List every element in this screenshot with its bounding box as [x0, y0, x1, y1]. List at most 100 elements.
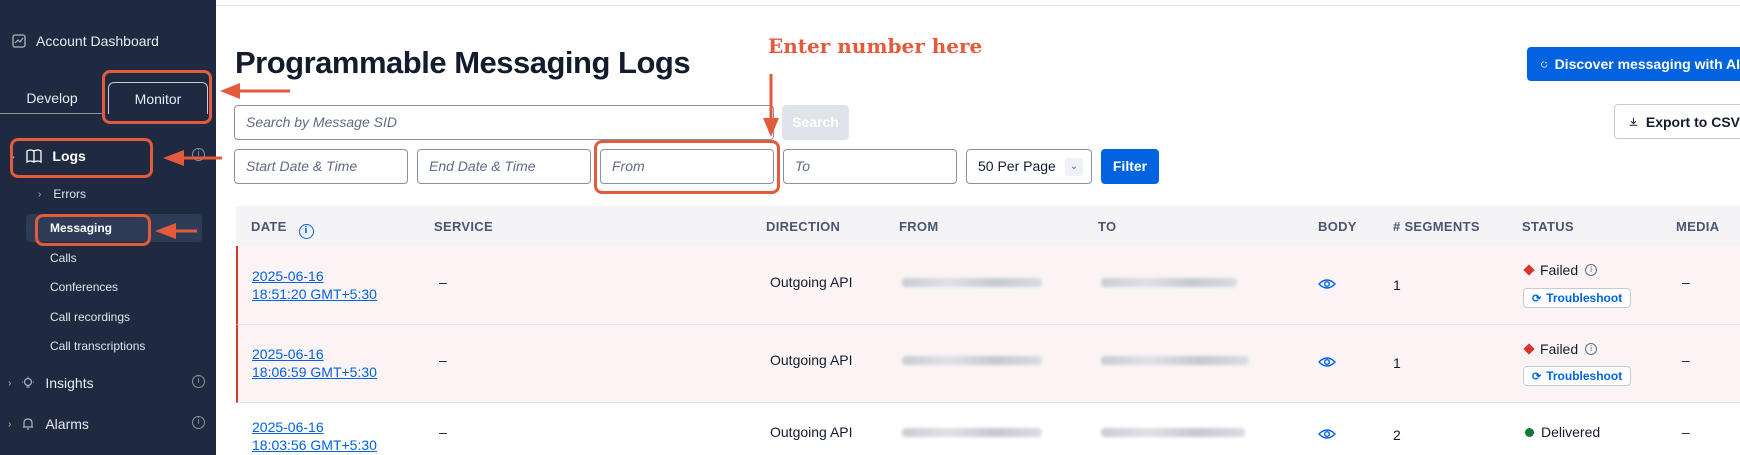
end-date-input[interactable]: End Date & Time — [417, 149, 591, 184]
view-body-eye-icon[interactable] — [1318, 278, 1336, 290]
export-csv-button[interactable]: Export to CSV — [1614, 104, 1740, 139]
message-date-link[interactable]: 2025-06-16 18:51:20 GMT+5:30 — [252, 267, 377, 303]
segments-cell: 1 — [1393, 355, 1401, 371]
time-text: 18:51:20 GMT+5:30 — [252, 286, 377, 302]
download-icon — [1629, 117, 1638, 126]
sidebar-item-label: Alarms — [45, 416, 89, 432]
column-header-label: DATE — [251, 219, 287, 234]
info-icon[interactable]: i — [192, 375, 205, 388]
search-button[interactable]: Search — [782, 105, 849, 140]
start-date-input[interactable]: Start Date & Time — [234, 149, 408, 184]
tab-develop[interactable]: Develop — [0, 82, 104, 114]
service-cell: – — [439, 352, 447, 368]
segments-cell: 1 — [1393, 277, 1401, 293]
time-text: 18:03:56 GMT+5:30 — [252, 437, 377, 453]
discover-ai-label: Discover messaging with AI — [1554, 56, 1740, 72]
top-border — [216, 5, 1740, 6]
sidebar-item-alarms[interactable]: › Alarms — [8, 416, 89, 432]
direction-cell: Outgoing API — [770, 352, 853, 368]
to-number-input[interactable]: To — [783, 149, 957, 184]
chevron-right-icon: › — [8, 418, 12, 430]
column-header-direction: DIRECTION — [766, 219, 841, 234]
lightbulb-icon — [22, 376, 35, 388]
export-csv-label: Export to CSV — [1645, 113, 1740, 130]
view-body-eye-icon[interactable] — [1318, 428, 1336, 440]
sidebar-item-insights[interactable]: › Insights — [8, 375, 94, 391]
sidebar-item-label: Errors — [53, 187, 87, 201]
column-header-body: BODY — [1318, 219, 1357, 234]
troubleshoot-button[interactable]: ⟳ Troubleshoot — [1523, 366, 1632, 386]
from-number-redacted — [902, 428, 1042, 437]
troubleshoot-label: Troubleshoot — [1546, 291, 1623, 305]
info-icon[interactable]: i — [1585, 343, 1598, 355]
per-page-select[interactable]: 50 Per Page ⌄ — [966, 149, 1092, 184]
sidebar-item-conferences[interactable]: Conferences — [50, 280, 118, 294]
bell-icon — [23, 418, 34, 430]
status-text: Delivered — [1541, 424, 1601, 440]
media-cell: – — [1682, 424, 1690, 440]
troubleshoot-icon: ⟳ — [1532, 370, 1542, 383]
highlight-monitor-tab — [102, 70, 212, 124]
dashboard-icon — [12, 34, 26, 48]
sidebar-item-account-dashboard[interactable]: Account Dashboard — [12, 33, 159, 49]
info-icon[interactable]: i — [192, 148, 205, 161]
per-page-value: 50 Per Page — [978, 158, 1056, 174]
view-body-eye-icon[interactable] — [1318, 356, 1336, 368]
to-number-redacted — [1101, 356, 1249, 365]
message-date-link[interactable]: 2025-06-16 18:03:56 GMT+5:30 — [252, 418, 377, 454]
info-icon[interactable]: i — [1585, 264, 1598, 276]
service-cell: – — [439, 424, 447, 440]
discover-ai-button[interactable]: Discover messaging with AI — [1527, 47, 1740, 81]
status-badge: Delivered — [1525, 424, 1600, 440]
message-date-link[interactable]: 2025-06-16 18:06:59 GMT+5:30 — [252, 345, 377, 381]
sidebar-item-call-recordings[interactable]: Call recordings — [50, 310, 130, 324]
time-text: 18:06:59 GMT+5:30 — [252, 364, 377, 380]
sidebar-item-errors[interactable]: › Errors — [38, 187, 86, 201]
column-header-segments: # SEGMENTS — [1393, 219, 1480, 234]
to-number-redacted — [1101, 428, 1245, 437]
highlight-from-input — [594, 140, 780, 194]
info-icon[interactable]: i — [298, 224, 314, 239]
date-text: 2025-06-16 — [252, 346, 324, 362]
segments-cell: 2 — [1393, 427, 1401, 443]
status-badge: Failed i — [1523, 262, 1598, 278]
sidebar-item-calls[interactable]: Calls — [50, 251, 77, 265]
chevron-right-icon: › — [8, 377, 12, 389]
filter-button[interactable]: Filter — [1101, 149, 1159, 184]
column-header-status: STATUS — [1522, 219, 1574, 234]
date-text: 2025-06-16 — [252, 419, 324, 435]
column-header-date[interactable]: DATE i — [251, 219, 314, 239]
message-sid-search-input[interactable]: Search by Message SID — [234, 105, 774, 140]
sidebar-item-label: Account Dashboard — [36, 33, 159, 49]
column-header-from: FROM — [899, 219, 939, 234]
sparkle-icon — [1541, 60, 1548, 68]
status-text: Failed — [1540, 262, 1579, 278]
column-header-service: SERVICE — [434, 219, 493, 234]
troubleshoot-label: Troubleshoot — [1546, 369, 1623, 383]
troubleshoot-button[interactable]: ⟳ Troubleshoot — [1523, 288, 1632, 308]
troubleshoot-icon: ⟳ — [1532, 292, 1542, 305]
page-title: Programmable Messaging Logs — [235, 45, 691, 80]
service-cell: – — [439, 274, 447, 290]
highlight-messaging — [35, 214, 151, 246]
date-text: 2025-06-16 — [252, 268, 324, 284]
media-cell: – — [1682, 274, 1690, 290]
from-number-redacted — [902, 356, 1042, 365]
sidebar-item-call-transcriptions[interactable]: Call transcriptions — [50, 339, 145, 353]
column-header-to: TO — [1098, 219, 1117, 234]
column-header-media: MEDIA — [1676, 219, 1720, 234]
status-text: Failed — [1540, 341, 1579, 357]
direction-cell: Outgoing API — [770, 424, 853, 440]
to-number-redacted — [1101, 278, 1237, 287]
direction-cell: Outgoing API — [770, 274, 853, 290]
delivered-status-icon — [1525, 427, 1534, 437]
highlight-logs — [10, 138, 153, 178]
failed-status-icon — [1523, 343, 1535, 355]
info-icon[interactable]: i — [192, 416, 205, 429]
chevron-down-icon: ⌄ — [1065, 158, 1083, 176]
annotation-label: Enter number here — [768, 34, 983, 58]
chevron-right-icon: › — [38, 188, 42, 200]
sidebar-item-label: Insights — [45, 375, 94, 391]
failed-status-icon — [1523, 264, 1535, 276]
status-badge: Failed i — [1523, 341, 1598, 357]
